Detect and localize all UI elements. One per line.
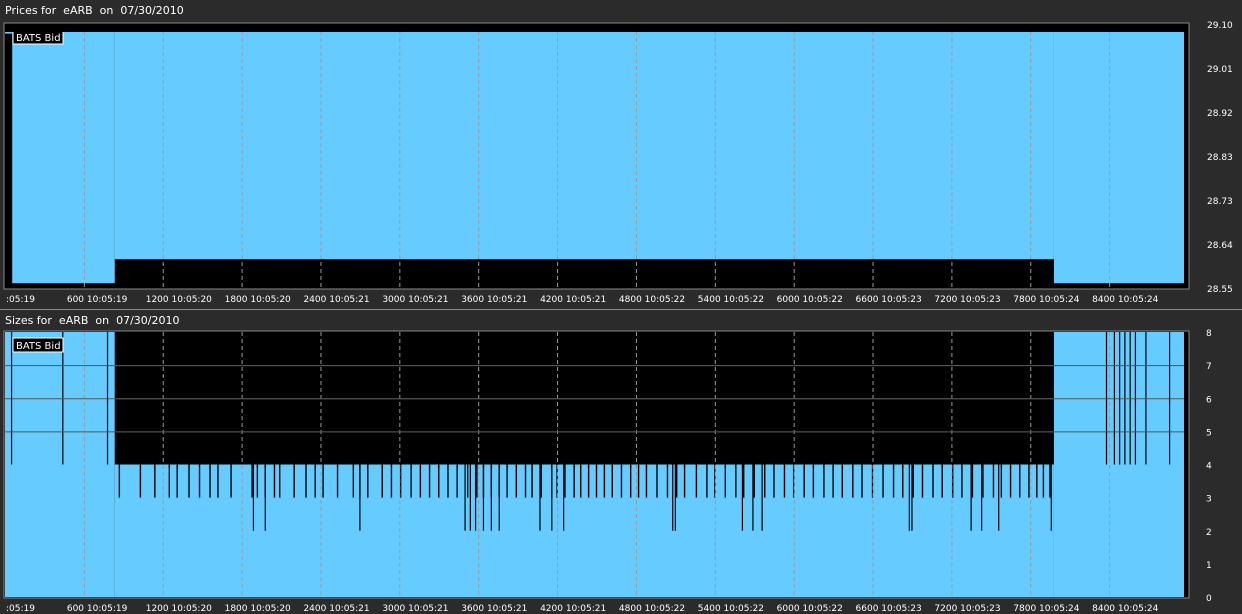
y-tick-label: 0 [1206, 594, 1212, 604]
series-area-segment [12, 24, 115, 284]
y-tick-label: 28.83 [1207, 153, 1233, 163]
x-tick-label: 8400 10:05:24 [1092, 295, 1158, 305]
x-tick-label: 6600 10:05:23 [856, 604, 922, 614]
x-tick-label: 8400 10:05:24 [1092, 604, 1158, 614]
size-area-right [1053, 332, 1188, 597]
x-tick-label: 5400 10:05:22 [698, 604, 764, 614]
y-tick-label: 29.10 [1207, 21, 1233, 31]
y-tick-label: 6 [1206, 395, 1212, 405]
prices-panel: Prices for eARB on 07/30/2010 :05:19 600 … [0, 0, 1242, 308]
series-area-segment [114, 24, 1054, 260]
x-tick-label: 7200 10:05:23 [934, 604, 1000, 614]
y-tick-label: 28.73 [1207, 197, 1233, 207]
x-tick-label: 7200 10:05:23 [934, 295, 1000, 305]
x-tick-label: 2400 10:05:21 [303, 604, 369, 614]
size-area-left [5, 332, 115, 597]
x-tick-label: 600 10:05:19 [67, 295, 128, 305]
legend-label: BATS Bid [16, 33, 61, 44]
x-tick-label: 3600 10:05:21 [461, 604, 527, 614]
y-tick-label: 4 [1206, 462, 1212, 472]
y-tick-label: 2 [1206, 528, 1212, 538]
x-tick-label: 3600 10:05:21 [461, 295, 527, 305]
y-tick-label: 28.64 [1207, 241, 1233, 251]
x-tick-label: 7800 10:05:24 [1013, 604, 1079, 614]
x-tick-label: 6000 10:05:22 [777, 604, 843, 614]
plot-edge [1184, 332, 1188, 597]
y-tick-label: 8 [1206, 329, 1212, 339]
x-tick-label: 5400 10:05:22 [698, 295, 764, 305]
x-tick-label: 1200 10:05:20 [146, 604, 212, 614]
x-tick-label: 600 10:05:19 [67, 604, 128, 614]
y-tick-label: 3 [1206, 495, 1212, 505]
x-tick-label: 1800 10:05:20 [225, 604, 291, 614]
y-tick-label: 29.01 [1207, 65, 1233, 75]
x-tick-label: 6600 10:05:23 [856, 295, 922, 305]
y-tick-label: 5 [1206, 428, 1212, 438]
y-tick-label: 28.55 [1207, 285, 1233, 295]
x-tick-label: 4800 10:05:22 [619, 295, 685, 305]
price-top-band [5, 24, 1188, 32]
x-tick-label: 3000 10:05:21 [382, 604, 448, 614]
size-chart: :05:19 600 10:05:19 1200 10:05:20 1800 10:0… [3, 329, 1212, 614]
x-tick-label: :05:19 [6, 295, 35, 305]
x-tick-label: 3000 10:05:21 [382, 295, 448, 305]
y-tick-label: 1 [1206, 561, 1212, 571]
x-tick-label: 6000 10:05:22 [777, 295, 843, 305]
x-tick-label: 4800 10:05:22 [619, 604, 685, 614]
plot-edge [1184, 24, 1188, 288]
x-tick-label: 7800 10:05:24 [1013, 295, 1079, 305]
legend-label: BATS Bid [16, 341, 61, 352]
y-tick-label: 7 [1206, 362, 1212, 372]
sizes-panel: Sizes for eARB on 07/30/2010 :05:19 600 1… [0, 310, 1242, 614]
x-tick-label: 1200 10:05:20 [146, 295, 212, 305]
price-chart: :05:19 600 10:05:19 1200 10:05:20 1800 10:0… [3, 21, 1233, 305]
x-tick-label: 4200 10:05:21 [540, 295, 606, 305]
y-tick-label: 28.92 [1207, 109, 1233, 119]
x-tick-label: 4200 10:05:21 [540, 604, 606, 614]
series-area-segment [1053, 24, 1188, 284]
x-tick-label: 2400 10:05:21 [303, 295, 369, 305]
x-tick-label: :05:19 [6, 604, 35, 614]
x-tick-label: 1800 10:05:20 [225, 295, 291, 305]
